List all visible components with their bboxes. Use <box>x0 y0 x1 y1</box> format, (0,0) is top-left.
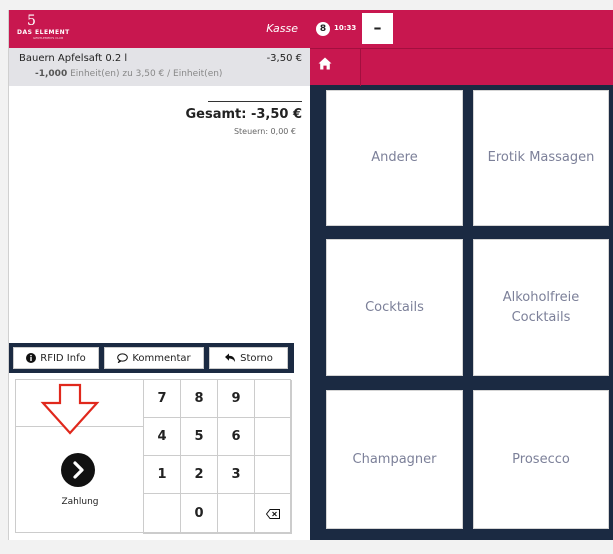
rfid-info-button[interactable]: RFID Info <box>13 347 99 369</box>
action-bar: RFID Info Kommentar Storno <box>9 343 294 373</box>
undo-arrow-icon <box>225 353 236 362</box>
category-tile-cocktails[interactable]: Cocktails <box>326 239 463 376</box>
key-4[interactable]: 4 <box>144 418 181 456</box>
key-9[interactable]: 9 <box>218 380 255 418</box>
order-item-unit-text: Einheit(en) zu 3,50 € / Einheit(en) <box>67 69 223 79</box>
register-label: Kasse <box>266 22 298 35</box>
category-pane: 8 10:33 – Andere Erotik Massagen Cocktai… <box>310 10 613 540</box>
logo-wordmark: DAS ELEMENT <box>17 29 70 36</box>
numeric-keypad: 7 8 9 4 5 6 1 2 3 0 <box>144 380 292 534</box>
key-8[interactable]: 8 <box>181 380 218 418</box>
key-1[interactable]: 1 <box>144 456 181 494</box>
rfid-info-label: RFID Info <box>40 352 86 364</box>
brand-logo: 5 DAS ELEMENT GENTLEMEN'S CLUB <box>17 13 77 40</box>
key-5[interactable]: 5 <box>181 418 218 456</box>
key-0[interactable]: 0 <box>181 494 218 534</box>
session-time: 10:33 <box>334 24 357 32</box>
order-total: Gesamt: -3,50 € <box>185 107 302 122</box>
order-item-detail: -1,000 Einheit(en) zu 3,50 € / Einheit(e… <box>35 69 222 79</box>
bottom-margin <box>0 540 613 554</box>
key-6[interactable]: 6 <box>218 418 255 456</box>
payment-label: Zahlung <box>61 497 99 507</box>
key-3[interactable]: 3 <box>218 456 255 494</box>
speech-bubble-icon <box>117 353 129 363</box>
cancel-label: Storno <box>240 352 273 364</box>
key-blank-4[interactable] <box>144 494 181 534</box>
info-circle-icon <box>26 353 37 363</box>
key-blank-5[interactable] <box>218 494 255 534</box>
session-bar: 8 10:33 – <box>310 10 613 48</box>
order-item-price: -3,50 € <box>266 53 302 64</box>
breadcrumb-bar <box>310 48 613 86</box>
order-line[interactable]: Bauern Apfelsaft 0.2 l -3,50 € -1,000 Ei… <box>9 48 310 86</box>
key-7[interactable]: 7 <box>144 380 181 418</box>
down-arrow-icon <box>40 383 100 435</box>
key-blank-1[interactable] <box>255 380 292 418</box>
left-header: 5 DAS ELEMENT GENTLEMEN'S CLUB Kasse <box>9 10 310 48</box>
key-blank-3[interactable] <box>255 456 292 494</box>
key-2[interactable]: 2 <box>181 456 218 494</box>
table-count-badge[interactable]: 8 <box>316 22 330 36</box>
category-tile-champagner[interactable]: Champagner <box>326 390 463 529</box>
category-tile-prosecco[interactable]: Prosecco <box>473 390 609 529</box>
comment-button[interactable]: Kommentar <box>104 347 204 369</box>
chevron-right-circle-icon <box>61 453 95 487</box>
category-tile-andere[interactable]: Andere <box>326 90 463 226</box>
minus-button[interactable]: – <box>362 13 393 44</box>
breadcrumb-divider <box>360 49 361 86</box>
category-tile-erotik-massagen[interactable]: Erotik Massagen <box>473 90 609 226</box>
logo-numeral: 5 <box>27 13 36 29</box>
order-tax: Steuern: 0,00 € <box>233 127 296 136</box>
backspace-icon <box>266 508 280 519</box>
backspace-key[interactable] <box>255 494 292 534</box>
cancel-button[interactable]: Storno <box>209 347 288 369</box>
category-tile-alkoholfreie-cocktails[interactable]: Alkoholfreie Cocktails <box>473 239 609 376</box>
home-button[interactable] <box>318 57 352 79</box>
key-blank-2[interactable] <box>255 418 292 456</box>
comment-label: Kommentar <box>132 352 191 364</box>
logo-tagline: GENTLEMEN'S CLUB <box>33 36 64 40</box>
pos-screen: 5 DAS ELEMENT GENTLEMEN'S CLUB Kasse Bau… <box>0 0 613 554</box>
total-divider <box>208 101 302 102</box>
home-icon <box>318 57 332 70</box>
order-item-quantity: -1,000 <box>35 69 68 79</box>
order-item-name: Bauern Apfelsaft 0.2 l <box>19 53 128 64</box>
